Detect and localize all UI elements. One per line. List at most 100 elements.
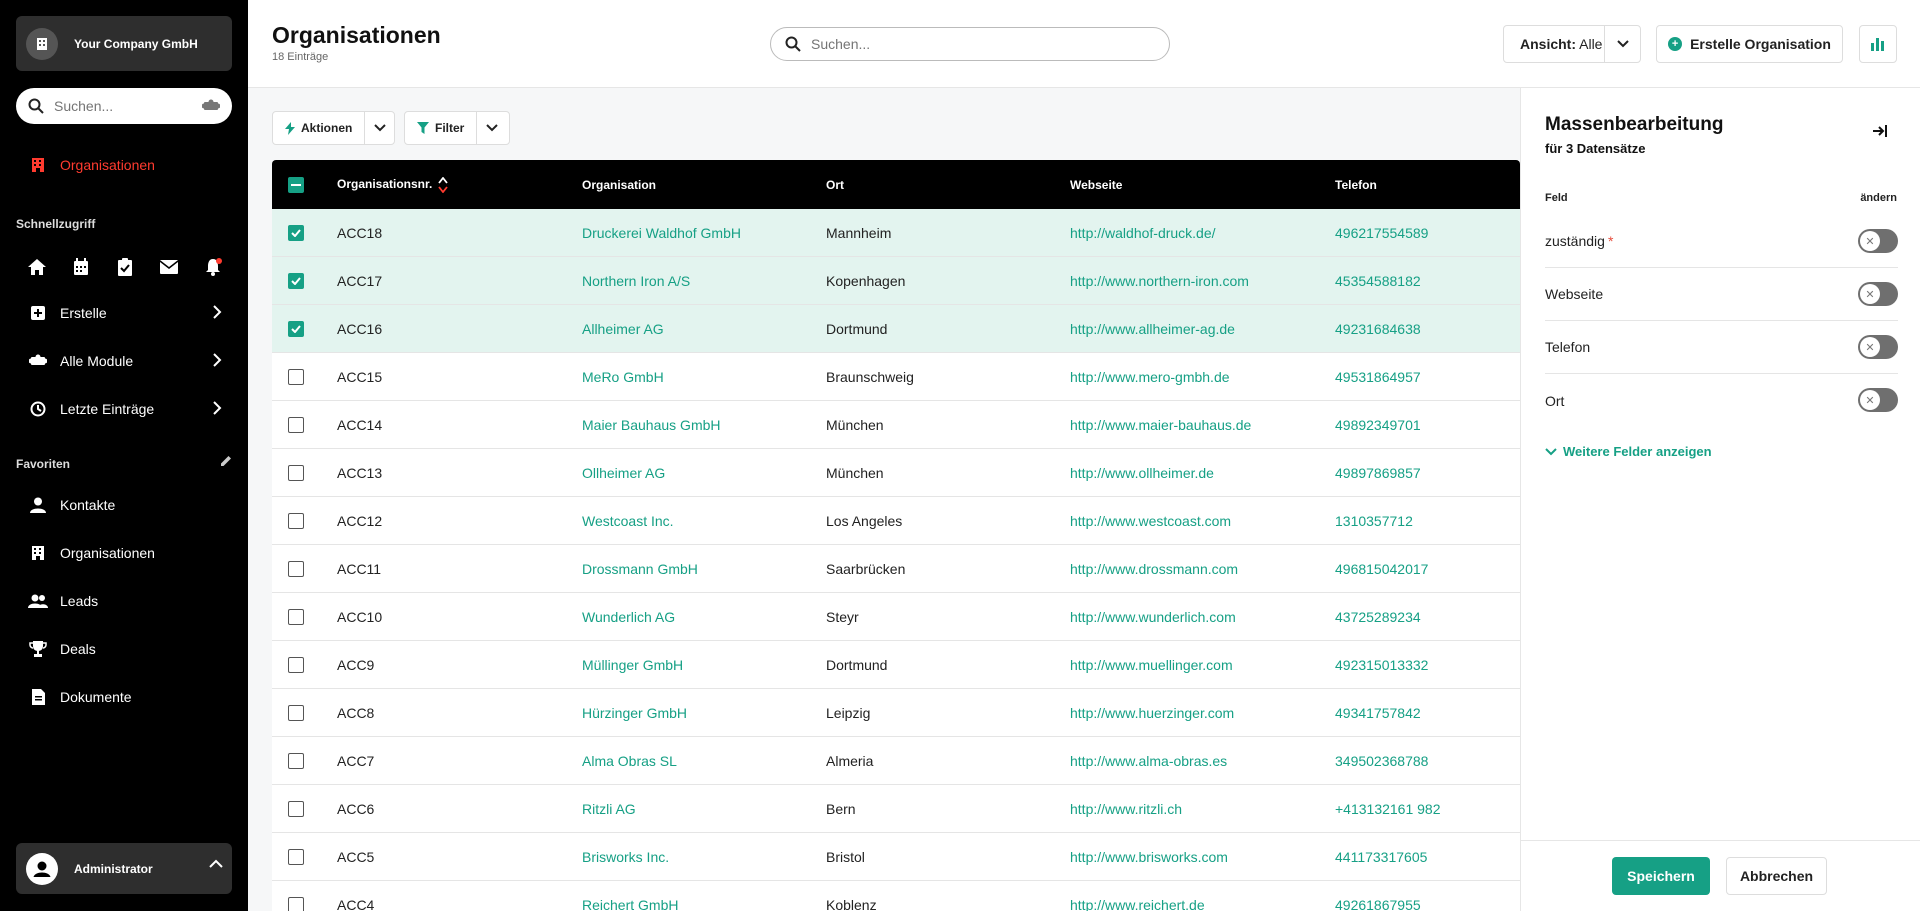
sidebar-search[interactable] [16,88,232,124]
cell-organisation-link[interactable]: Maier Bauhaus GmbH [582,417,721,433]
home-icon[interactable] [24,254,50,280]
table-row[interactable]: ACC16 Allheimer AG Dortmund http://www.allh… [272,305,1520,353]
cell-telefon-link[interactable]: 49892349701 [1335,417,1421,433]
view-selector[interactable]: Ansicht: Alle [1503,25,1641,63]
table-row[interactable]: ACC8 Hürzinger GmbH Leipzig http://www.huer… [272,689,1520,737]
sidebar-search-input[interactable] [54,98,202,114]
row-checkbox[interactable] [288,752,306,769]
filter-dropdown[interactable]: Filter [404,111,510,145]
table-row[interactable]: ACC5 Brisworks Inc. Bristol http://www.bris… [272,833,1520,881]
row-checkbox[interactable] [288,368,306,385]
mail-icon[interactable] [156,254,182,280]
sidebar-item-letzte-eintraege[interactable]: Letzte Einträge [0,389,248,429]
table-row[interactable]: ACC13 Ollheimer AG München http://www.ollhe… [272,449,1520,497]
chevron-up-icon[interactable] [208,859,224,869]
cell-organisation-link[interactable]: Brisworks Inc. [582,849,669,865]
cell-telefon-link[interactable]: 492315013332 [1335,657,1428,673]
table-row[interactable]: ACC10 Wunderlich AG Steyr http://www.wunder… [272,593,1520,641]
field-toggle-telefon[interactable]: ✕ [1858,335,1898,359]
cell-organisation-link[interactable]: MeRo GmbH [582,369,664,385]
row-checkbox[interactable] [288,656,306,673]
row-checkbox[interactable] [288,320,306,337]
save-button[interactable]: Speichern [1612,857,1710,895]
row-checkbox[interactable] [288,848,306,865]
show-more-fields-link[interactable]: Weitere Felder anzeigen [1545,444,1712,459]
cell-telefon-link[interactable]: 43725289234 [1335,609,1421,625]
sidebar-item-alle-module[interactable]: Alle Module [0,341,248,381]
table-row[interactable]: ACC7 Alma Obras SL Almeria http://www.alma-… [272,737,1520,785]
row-checkbox[interactable] [288,560,306,577]
cell-organisation-link[interactable]: Ritzli AG [582,801,636,817]
sidebar-item-organisationen-active[interactable]: Organisationen [0,145,248,185]
create-organisation-button[interactable]: + Erstelle Organisation [1656,25,1843,63]
table-row[interactable]: ACC18 Druckerei Waldhof GmbH Mannheim http:… [272,209,1520,257]
sidebar-item-deals[interactable]: Deals [0,629,248,669]
cell-telefon-link[interactable]: 496815042017 [1335,561,1428,577]
cell-telefon-link[interactable]: 49261867955 [1335,897,1421,911]
sidebar-item-dokumente[interactable]: Dokumente [0,677,248,717]
calendar-icon[interactable] [68,254,94,280]
row-checkbox[interactable] [288,272,306,289]
table-row[interactable]: ACC6 Ritzli AG Bern http://www.ritzli.ch +41… [272,785,1520,833]
cell-organisation-link[interactable]: Ollheimer AG [582,465,665,481]
cell-webseite-link[interactable]: http://www.drossmann.com [1070,561,1238,577]
cell-organisation-link[interactable]: Hürzinger GmbH [582,705,687,721]
table-row[interactable]: ACC9 Müllinger GmbH Dortmund http://www.mue… [272,641,1520,689]
cell-telefon-link[interactable]: 49341757842 [1335,705,1421,721]
cell-webseite-link[interactable]: http://www.huerzinger.com [1070,705,1234,721]
cell-telefon-link[interactable]: 49231684638 [1335,321,1421,337]
chevron-down-icon[interactable] [1604,26,1640,62]
cancel-button[interactable]: Abbrechen [1726,857,1827,895]
column-header-organisation[interactable]: Organisation [582,178,656,192]
sidebar-item-erstelle[interactable]: Erstelle [0,293,248,333]
task-icon[interactable] [112,254,138,280]
company-switcher[interactable]: Your Company GmbH [16,16,232,71]
cell-telefon-link[interactable]: 496217554589 [1335,225,1428,241]
cell-telefon-link[interactable]: 49897869857 [1335,465,1421,481]
cell-webseite-link[interactable]: http://www.alma-obras.es [1070,753,1227,769]
cell-webseite-link[interactable]: http://www.mero-gmbh.de [1070,369,1230,385]
cell-webseite-link[interactable]: http://www.reichert.de [1070,897,1205,911]
table-row[interactable]: ACC11 Drossmann GmbH Saarbrücken http://www… [272,545,1520,593]
puzzle-icon[interactable] [202,99,220,113]
cell-telefon-link[interactable]: 349502368788 [1335,753,1428,769]
chevron-down-icon[interactable] [364,112,394,144]
cell-webseite-link[interactable]: http://www.ritzli.ch [1070,801,1182,817]
collapse-panel-icon[interactable] [1873,125,1887,137]
cell-organisation-link[interactable]: Druckerei Waldhof GmbH [582,225,741,241]
cell-telefon-link[interactable]: 49531864957 [1335,369,1421,385]
table-row[interactable]: ACC4 Reichert GmbH Koblenz http://www.reich… [272,881,1520,911]
table-row[interactable]: ACC17 Northern Iron A/S Kopenhagen http://w… [272,257,1520,305]
row-checkbox[interactable] [288,896,306,911]
cell-webseite-link[interactable]: http://www.allheimer-ag.de [1070,321,1235,337]
cell-webseite-link[interactable]: http://www.ollheimer.de [1070,465,1214,481]
cell-webseite-link[interactable]: http://www.westcoast.com [1070,513,1231,529]
field-toggle-zustaendig[interactable]: ✕ [1858,229,1898,253]
cell-organisation-link[interactable]: Reichert GmbH [582,897,678,911]
row-checkbox[interactable] [288,608,306,625]
actions-button[interactable]: Aktionen [273,112,364,144]
field-toggle-ort[interactable]: ✕ [1858,388,1898,412]
statistics-button[interactable] [1859,25,1897,63]
cell-telefon-link[interactable]: 45354588182 [1335,273,1421,289]
field-toggle-webseite[interactable]: ✕ [1858,282,1898,306]
cell-webseite-link[interactable]: http://www.northern-iron.com [1070,273,1249,289]
row-checkbox[interactable] [288,512,306,529]
table-row[interactable]: ACC12 Westcoast Inc. Los Angeles http://www… [272,497,1520,545]
cell-webseite-link[interactable]: http://www.maier-bauhaus.de [1070,417,1251,433]
cell-organisation-link[interactable]: Drossmann GmbH [582,561,698,577]
cell-organisation-link[interactable]: Allheimer AG [582,321,664,337]
table-row[interactable]: ACC15 MeRo GmbH Braunschweig http://www.mer… [272,353,1520,401]
actions-dropdown[interactable]: Aktionen [272,111,395,145]
pencil-icon[interactable] [220,455,232,467]
cell-telefon-link[interactable]: +413132161 982 [1335,801,1441,817]
column-header-nr[interactable]: Organisationsnr. [337,176,449,193]
row-checkbox[interactable] [288,416,306,433]
search-input[interactable] [811,36,1155,52]
row-checkbox[interactable] [288,224,306,241]
column-header-telefon[interactable]: Telefon [1335,178,1377,192]
cell-organisation-link[interactable]: Westcoast Inc. [582,513,674,529]
cell-organisation-link[interactable]: Wunderlich AG [582,609,675,625]
sidebar-item-organisationen[interactable]: Organisationen [0,533,248,573]
column-header-ort[interactable]: Ort [826,178,844,192]
